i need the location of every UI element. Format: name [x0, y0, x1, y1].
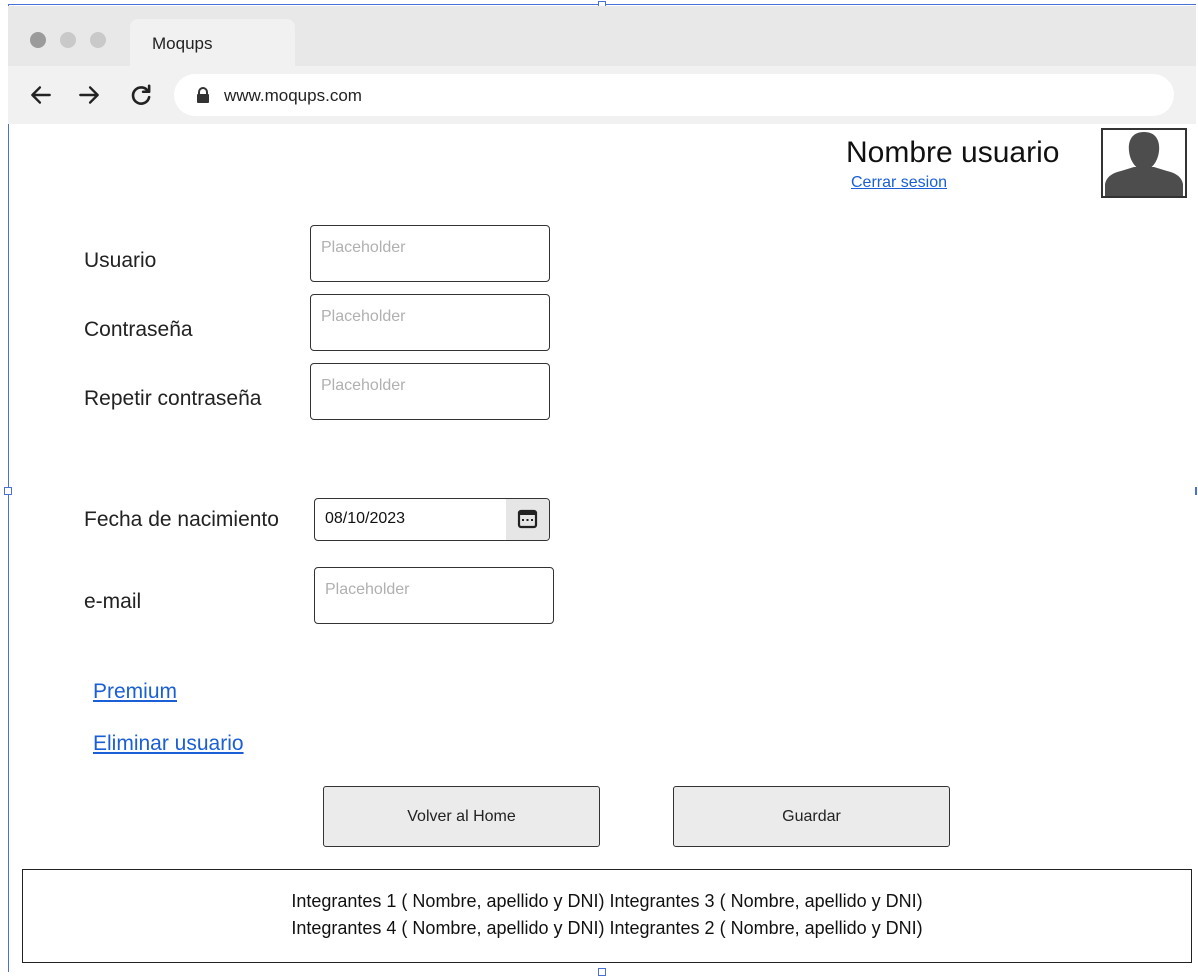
user-avatar[interactable]: [1101, 128, 1187, 198]
reload-icon[interactable]: [128, 82, 154, 108]
address-bar[interactable]: www.moqups.com: [174, 74, 1174, 116]
user-avatar-icon: [1103, 130, 1185, 196]
birthdate-picker[interactable]: 08/10/2023: [314, 498, 550, 541]
repeat-password-label: Repetir contraseña: [84, 387, 262, 410]
footer-members-line-1: Integrantes 1 ( Nombre, apellido y DNI) …: [291, 891, 923, 911]
window-minimize-dot[interactable]: [60, 32, 76, 48]
forward-arrow-icon[interactable]: [76, 82, 102, 108]
selection-handle-left[interactable]: [4, 487, 12, 495]
browser-tab[interactable]: Moqups: [130, 19, 295, 68]
back-home-button[interactable]: Volver al Home: [323, 786, 600, 847]
address-bar-url: www.moqups.com: [224, 86, 362, 105]
birthdate-value: 08/10/2023: [325, 510, 406, 527]
browser-tab-bar: Moqups: [8, 6, 1196, 68]
save-button[interactable]: Guardar: [673, 786, 950, 847]
email-input[interactable]: [314, 567, 554, 624]
lock-icon: [197, 87, 209, 103]
selection-handle-right[interactable]: [1195, 487, 1197, 495]
browser-nav-bar: www.moqups.com: [8, 66, 1196, 124]
birthdate-label: Fecha de nacimiento: [84, 508, 279, 531]
email-label: e-mail: [84, 590, 142, 613]
usuario-input[interactable]: [310, 225, 550, 282]
password-input[interactable]: [310, 294, 550, 351]
logout-link[interactable]: Cerrar sesion: [851, 174, 947, 192]
calendar-icon: [517, 509, 538, 529]
footer-members-line-2: Integrantes 4 ( Nombre, apellido y DNI) …: [291, 918, 923, 938]
usuario-label: Usuario: [84, 249, 157, 272]
username-heading: Nombre usuario: [846, 136, 1060, 169]
back-arrow-icon[interactable]: [28, 82, 54, 108]
footer-members-box: Integrantes 1 ( Nombre, apellido y DNI) …: [22, 869, 1192, 963]
browser-tab-title: Moqups: [152, 34, 213, 53]
delete-user-link[interactable]: Eliminar usuario: [93, 732, 244, 756]
window-maximize-dot[interactable]: [90, 32, 106, 48]
calendar-button[interactable]: [506, 499, 549, 540]
window-close-dot[interactable]: [30, 32, 46, 48]
premium-link[interactable]: Premium: [93, 680, 177, 704]
repeat-password-input[interactable]: [310, 363, 550, 420]
password-label: Contraseña: [84, 318, 193, 341]
